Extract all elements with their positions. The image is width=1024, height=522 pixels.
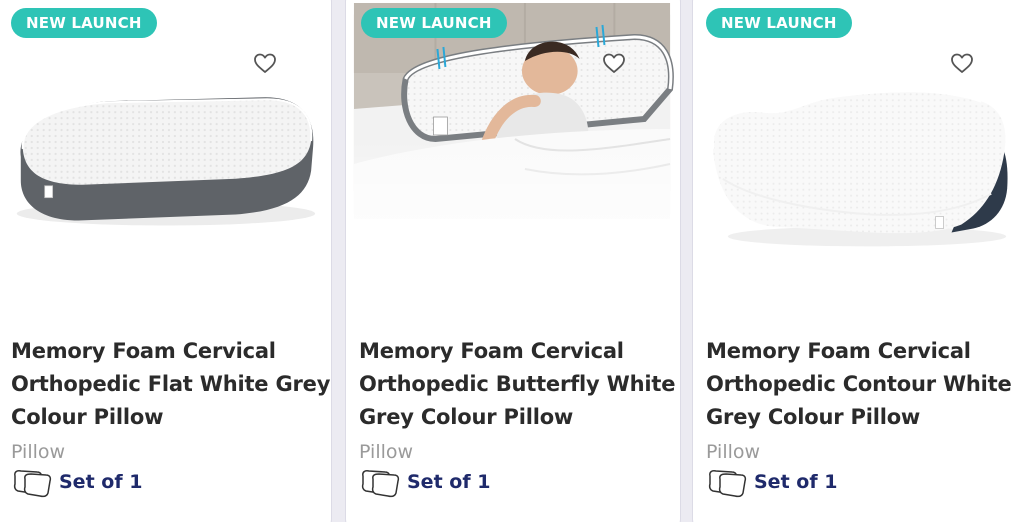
heart-outline-icon[interactable] — [253, 52, 277, 74]
product-title[interactable]: Memory Foam Cervical Orthopedic Butterfl… — [359, 335, 679, 434]
product-card-butterfly-pillow[interactable]: NEW LAUNCH Memory Foam Cervical Orthoped… — [345, 0, 681, 522]
product-card-contour-pillow[interactable]: NEW LAUNCH Memory Foam Cervical Orthoped… — [692, 0, 1024, 522]
product-card-flat-pillow[interactable]: NEW LAUNCH Memory Foam Cervical Orthoped… — [0, 0, 332, 522]
product-category: Pillow — [359, 441, 414, 463]
product-grid: NEW LAUNCH Memory Foam Cervical Orthoped… — [0, 0, 1024, 522]
new-launch-badge: NEW LAUNCH — [706, 8, 852, 38]
product-image-flat-pillow[interactable] — [0, 0, 331, 289]
product-title[interactable]: Memory Foam Cervical Orthopedic Contour … — [706, 335, 1024, 434]
pillows-icon — [361, 470, 400, 498]
product-title[interactable]: Memory Foam Cervical Orthopedic Flat Whi… — [11, 335, 331, 434]
pack-size: Set of 1 — [706, 466, 837, 498]
product-image-contour-pillow[interactable] — [693, 0, 1024, 289]
new-launch-badge: NEW LAUNCH — [11, 8, 157, 38]
heart-outline-icon[interactable] — [950, 52, 974, 74]
pack-label: Set of 1 — [59, 471, 143, 493]
product-image-butterfly-pillow[interactable] — [346, 0, 680, 289]
pack-size: Set of 1 — [359, 466, 490, 498]
product-category: Pillow — [706, 441, 761, 463]
pillows-icon — [708, 470, 747, 498]
pillows-icon — [13, 470, 52, 498]
heart-outline-icon[interactable] — [602, 52, 626, 74]
product-category: Pillow — [11, 441, 66, 463]
new-launch-badge: NEW LAUNCH — [361, 8, 507, 38]
pack-label: Set of 1 — [754, 471, 838, 493]
pack-label: Set of 1 — [407, 471, 491, 493]
pack-size: Set of 1 — [11, 466, 142, 498]
